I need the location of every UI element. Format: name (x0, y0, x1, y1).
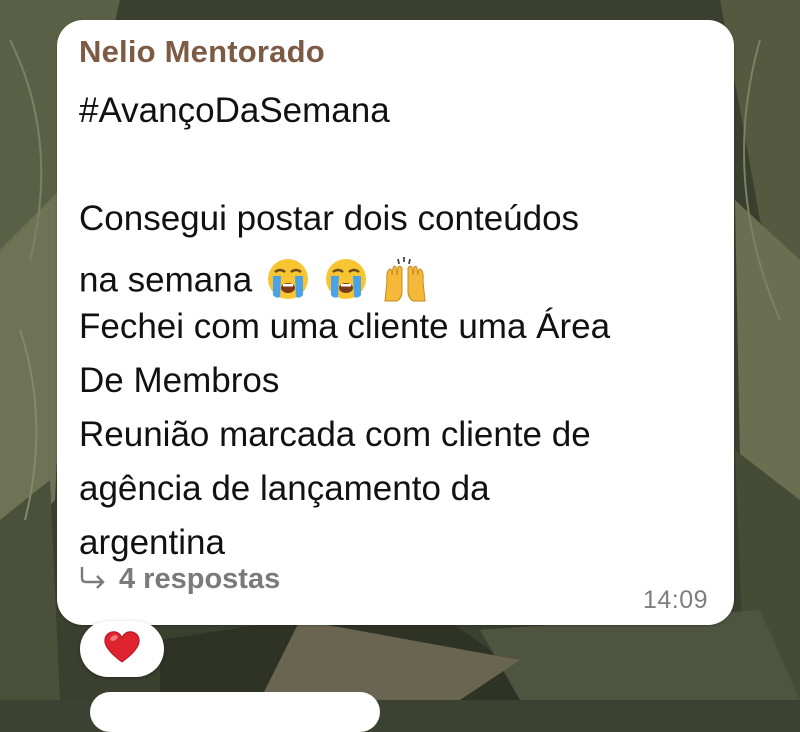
message-line: #AvançoDaSemana (79, 91, 390, 130)
replies-link[interactable]: 4 respostas (79, 563, 280, 595)
reply-arrow-icon (79, 565, 107, 594)
sender-name[interactable]: Nelio Mentorado (79, 34, 325, 70)
message-line-with-emojis: na semana (79, 255, 429, 309)
message-bubble[interactable]: Nelio Mentorado #AvançoDaSemana Consegui… (57, 20, 734, 625)
raising-hands-icon (381, 255, 429, 309)
message-timestamp: 14:09 (642, 586, 708, 614)
replies-count-label[interactable]: 4 respostas (119, 563, 280, 596)
reaction-badge[interactable] (80, 621, 164, 677)
message-line: Reunião marcada com cliente de (79, 415, 591, 454)
red-heart-icon (103, 630, 141, 669)
loudly-crying-face-icon (324, 257, 368, 307)
message-line: argentina (79, 523, 225, 562)
message-line-text: na semana (79, 260, 253, 300)
message-line: De Membros (79, 361, 280, 400)
message-line: agência de lançamento da (79, 469, 490, 508)
message-line: Fechei com uma cliente uma Área (79, 307, 611, 346)
loudly-crying-face-icon (266, 257, 310, 307)
next-message-bubble-edge (90, 692, 380, 732)
message-line: Consegui postar dois conteúdos (79, 199, 580, 238)
